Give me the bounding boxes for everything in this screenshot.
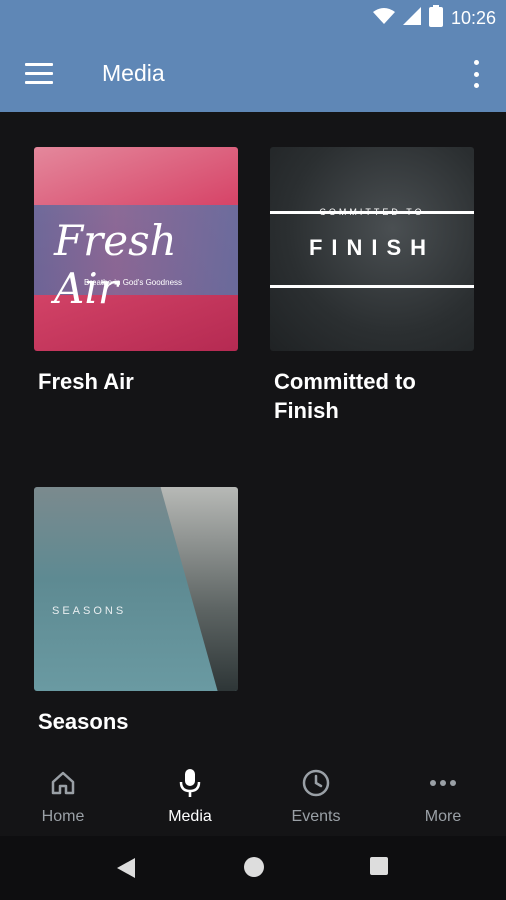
media-card-fresh-air[interactable]: Fresh Air Breathe in God's Goodness Fres… xyxy=(34,147,238,396)
nav-media[interactable]: Media xyxy=(127,768,253,826)
recents-icon[interactable] xyxy=(370,857,388,875)
nav-home-label: Home xyxy=(41,808,85,825)
nav-more[interactable]: More xyxy=(380,768,506,826)
art-title: FINISH xyxy=(308,235,436,260)
clock-icon xyxy=(253,768,379,798)
status-bar: 10:26 xyxy=(0,0,506,36)
media-thumbnail[interactable]: SEASONS xyxy=(34,487,238,691)
art-subtitle: COMMITTED TO xyxy=(319,207,425,217)
home-icon xyxy=(0,768,126,798)
media-thumbnail[interactable]: Fresh Air Breathe in God's Goodness xyxy=(34,147,238,351)
media-title[interactable]: Seasons xyxy=(34,707,238,736)
signal-icon xyxy=(402,6,421,30)
system-navigation-bar xyxy=(0,836,506,900)
art-title: Fresh Air xyxy=(54,216,177,313)
wifi-icon xyxy=(372,7,395,30)
media-card-seasons[interactable]: SEASONS Seasons xyxy=(34,487,238,736)
mic-icon xyxy=(127,768,253,798)
nav-events[interactable]: Events xyxy=(253,768,379,826)
status-time: 10:26 xyxy=(450,7,496,28)
nav-events-label: Events xyxy=(291,808,341,825)
nav-more-label: More xyxy=(424,808,462,825)
media-thumbnail[interactable]: COMMITTED TO FINISH xyxy=(270,147,474,351)
more-horiz-icon xyxy=(380,768,506,798)
art-title: SEASONS xyxy=(52,605,127,617)
app-bar: Media xyxy=(0,36,506,112)
battery-icon xyxy=(428,4,443,32)
bottom-navigation: Home Media Events More xyxy=(0,754,506,836)
home-button-icon[interactable] xyxy=(244,857,264,877)
media-title[interactable]: Committed to Finish xyxy=(270,367,474,425)
media-card-committed-to-finish[interactable]: COMMITTED TO FINISH Committed to Finish xyxy=(270,147,474,425)
art-tagline: Breathe in God's Goodness xyxy=(84,278,183,287)
menu-icon[interactable] xyxy=(25,63,53,85)
page-title: Media xyxy=(102,60,165,86)
media-title[interactable]: Fresh Air xyxy=(34,367,238,396)
status-icons: 10:26 xyxy=(372,4,496,32)
back-icon[interactable] xyxy=(116,857,136,884)
more-vert-icon[interactable] xyxy=(472,60,480,88)
nav-home[interactable]: Home xyxy=(0,768,126,826)
nav-media-label: Media xyxy=(168,808,212,825)
